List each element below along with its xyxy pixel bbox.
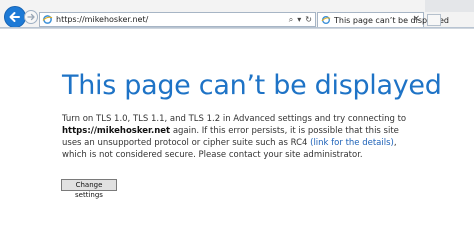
page-favicon-icon xyxy=(42,15,53,24)
tab-current-page[interactable]: This page can’t be displayed × xyxy=(317,12,449,28)
page-title: This page can’t be displayed xyxy=(62,70,442,101)
forward-button[interactable] xyxy=(24,10,38,24)
error-message: Turn on TLS 1.0, TLS 1.1, and TLS 1.2 in… xyxy=(62,113,407,161)
details-link[interactable]: (link for the details) xyxy=(310,138,394,148)
window-frame-strip xyxy=(425,0,474,12)
search-icon[interactable]: ⌕ xyxy=(289,15,293,25)
tab-favicon-icon xyxy=(321,16,331,24)
new-tab-icon[interactable] xyxy=(426,13,442,27)
error-text-part1: Turn on TLS 1.0, TLS 1.1, and TLS 1.2 in… xyxy=(62,114,407,124)
change-settings-button[interactable]: Change settings xyxy=(61,179,117,199)
address-dropdown-icon[interactable]: ▾ xyxy=(297,15,301,24)
forward-arrow-icon xyxy=(27,13,35,21)
back-button[interactable] xyxy=(4,6,26,28)
site-host: https://mikehosker.net xyxy=(62,126,171,136)
refresh-icon[interactable]: ↻ xyxy=(305,15,312,24)
toolbar-divider xyxy=(0,27,474,28)
back-arrow-icon xyxy=(9,12,20,22)
address-url[interactable]: https://mikehosker.net/ xyxy=(56,14,148,25)
address-bar[interactable]: https://mikehosker.net/ ⌕ ▾ ↻ xyxy=(39,12,316,27)
address-bar-tools: ⌕ ▾ ↻ xyxy=(289,14,312,25)
browser-toolbar: https://mikehosker.net/ ⌕ ▾ ↻ This page … xyxy=(0,0,474,29)
tab-close-icon[interactable]: × xyxy=(412,14,420,25)
